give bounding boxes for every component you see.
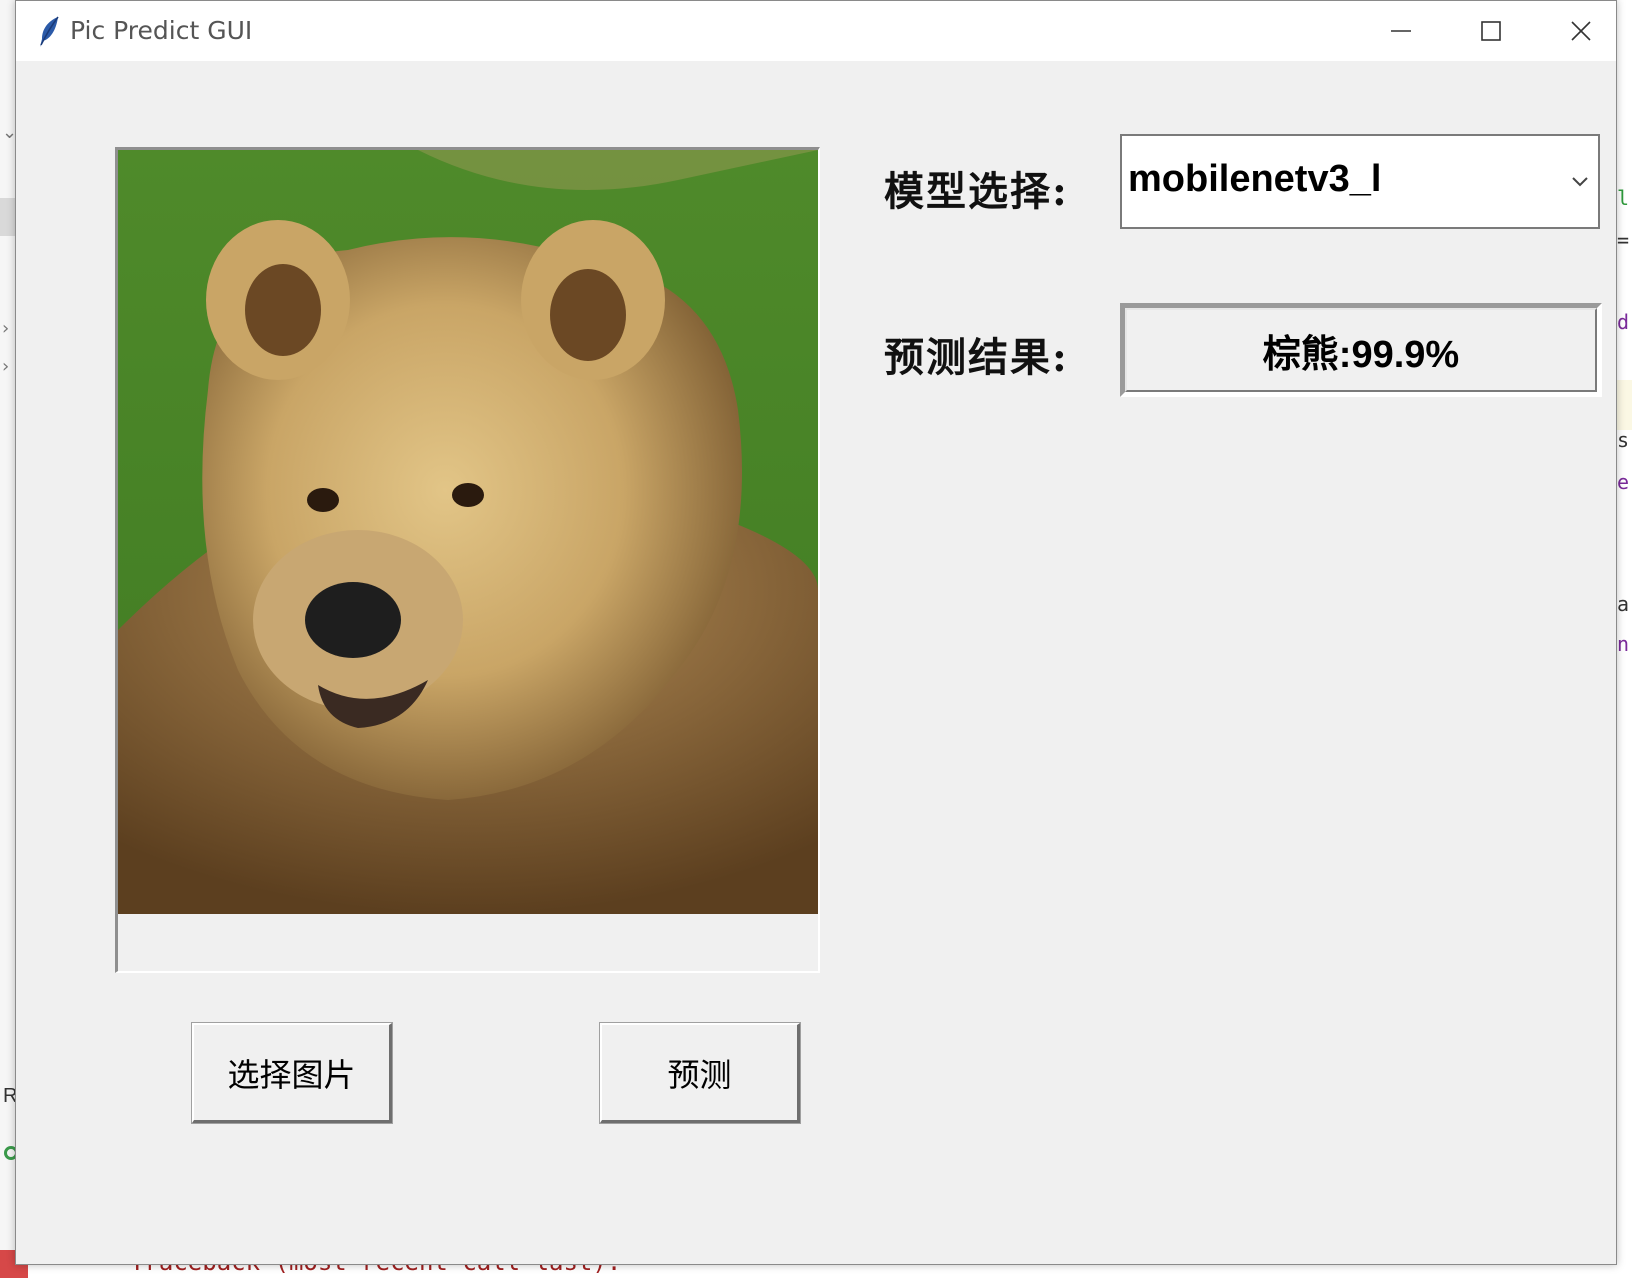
prediction-result-box: 棕熊:99.9%: [1120, 303, 1602, 397]
model-select-dropdown[interactable]: mobilenetv3_l: [1120, 134, 1600, 229]
ide-left-panel: ⌄ › › R: [0, 0, 28, 1278]
model-select-value: mobilenetv3_l: [1128, 158, 1382, 200]
chevron-right-icon: ›: [2, 356, 10, 377]
maximize-button[interactable]: [1446, 1, 1536, 61]
close-icon: [1571, 21, 1591, 41]
model-select-label: 模型选择:: [884, 168, 1069, 215]
window-title: Pic Predict GUI: [70, 16, 253, 45]
ide-highlight-line: [1617, 380, 1632, 430]
ide-right-panel: l = d s e a n: [1617, 0, 1632, 1278]
code-fragment: a: [1617, 592, 1630, 616]
code-fragment: s: [1617, 428, 1630, 452]
code-fragment: n: [1617, 632, 1630, 656]
minimize-button[interactable]: [1356, 1, 1446, 61]
chevron-right-icon: ›: [2, 318, 10, 339]
prediction-result-value: 棕熊:99.9%: [1262, 333, 1460, 376]
code-fragment: d: [1617, 310, 1630, 334]
ide-selected-row: [0, 198, 15, 236]
select-image-button[interactable]: 选择图片: [191, 1022, 393, 1124]
bear-photo: [118, 150, 818, 914]
predict-button[interactable]: 预测: [599, 1022, 801, 1124]
close-button[interactable]: [1536, 1, 1626, 61]
maximize-icon: [1481, 21, 1501, 41]
code-fragment: l: [1617, 186, 1630, 210]
image-display: [115, 147, 820, 973]
code-fragment: =: [1617, 228, 1630, 252]
code-fragment: e: [1617, 470, 1630, 494]
feather-icon: [36, 15, 62, 49]
prediction-result-label: 预测结果:: [884, 334, 1069, 381]
chevron-down-icon[interactable]: [1570, 174, 1590, 188]
minimize-icon: [1391, 30, 1411, 32]
app-window: Pic Predict GUI 模型选择: mobilenetv3_l 预测结果…: [15, 0, 1617, 1265]
title-bar[interactable]: Pic Predict GUI: [16, 1, 1616, 61]
